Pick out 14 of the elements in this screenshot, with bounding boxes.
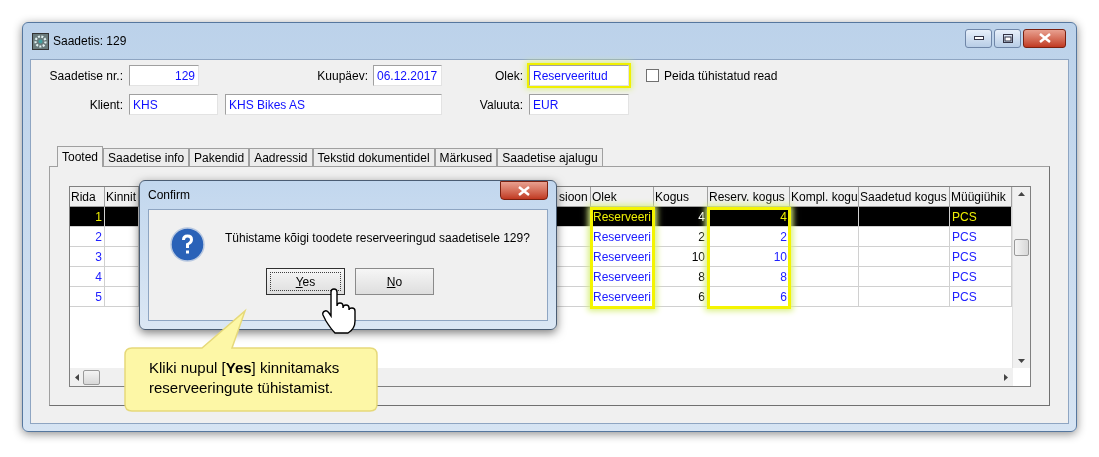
- table-cell: 5: [70, 287, 105, 307]
- field-label: Valuuta:: [478, 96, 523, 114]
- checkbox-label: Peida tühistatud read: [664, 67, 778, 85]
- field-label: Kuupäev:: [316, 67, 368, 85]
- window-title: Saadetis: 129: [53, 33, 127, 50]
- table-cell: 6: [654, 287, 708, 307]
- field-label: Saadetise nr.:: [48, 67, 123, 85]
- dialog-message: Tühistame kõigi toodete reserveeringud saadetisele 129?: [225, 229, 530, 247]
- field-label: Klient:: [88, 96, 123, 114]
- field-label: Olek:: [494, 67, 523, 85]
- callout-text: Kliki nupul [Yes] kinnitamaks reserveeringute tühistamist.: [149, 358, 341, 398]
- table-cell: Reserveeri: [591, 287, 654, 307]
- table-cell: 6: [708, 287, 790, 307]
- dialog-title: Confirm: [148, 187, 190, 204]
